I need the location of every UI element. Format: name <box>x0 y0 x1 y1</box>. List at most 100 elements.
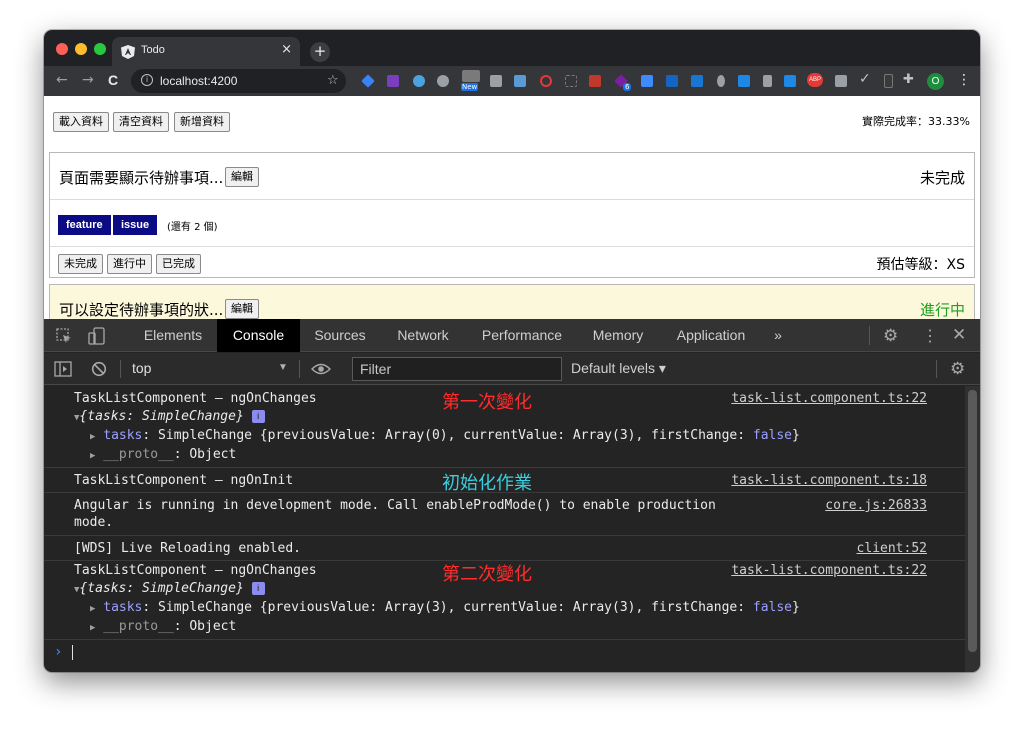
annotation-init: 初始化作業 <box>442 473 532 494</box>
more-tabs-button[interactable]: » <box>764 319 792 352</box>
context-dropdown-icon[interactable]: ▼ <box>278 362 288 373</box>
source-link[interactable]: client:52 <box>857 541 927 556</box>
extension-cube-icon[interactable] <box>641 75 653 87</box>
settings-gear-icon[interactable]: ⚙ <box>883 326 898 346</box>
extension-onenote-icon[interactable] <box>387 75 399 87</box>
tab-console[interactable]: Console <box>217 319 300 352</box>
maximize-window-button[interactable] <box>94 43 106 55</box>
extension-ranger-icon[interactable] <box>589 75 601 87</box>
load-data-button[interactable]: 載入資料 <box>53 112 109 132</box>
extension-leaf-icon[interactable] <box>437 75 449 87</box>
close-devtools-icon[interactable]: ✕ <box>952 325 966 345</box>
task-status: 進行中 <box>919 301 965 319</box>
extension-blue-panel-icon[interactable] <box>666 75 678 87</box>
extension-trello2-icon[interactable] <box>784 75 796 87</box>
site-info-icon[interactable]: i <box>141 74 153 86</box>
property-key: tasks <box>103 428 143 443</box>
reload-button[interactable]: C <box>108 72 118 88</box>
source-link[interactable]: task-list.component.ts:22 <box>731 391 927 406</box>
add-data-button[interactable]: 新增資料 <box>174 112 230 132</box>
task-title: 頁面需要顯示待辦事項... <box>59 167 223 188</box>
new-tab-button[interactable]: + <box>310 42 330 62</box>
collapse-triangle-icon[interactable]: ▶ <box>90 623 95 633</box>
state-in-progress-button[interactable]: 進行中 <box>107 254 152 274</box>
extension-grid-icon[interactable] <box>835 75 847 87</box>
toolbar-divider <box>299 360 300 378</box>
sidebar-toggle-icon[interactable] <box>54 361 72 377</box>
state-done-button[interactable]: 已完成 <box>156 254 201 274</box>
extension-image-icon[interactable] <box>514 75 526 87</box>
console-input[interactable] <box>72 645 73 660</box>
task-title-text: 頁面需要顯示待辦事項... <box>59 169 224 187</box>
filter-input[interactable]: Filter <box>352 357 562 381</box>
proto-row[interactable]: ▶ __proto__: Object <box>90 447 236 462</box>
browser-toolbar: ← → C i localhost:4200 ☆ New 6 ABP ✓ ✚ O… <box>44 66 980 96</box>
tab-close-icon[interactable]: × <box>281 42 292 57</box>
collapse-triangle-icon[interactable]: ▶ <box>90 604 95 614</box>
edit-task-button[interactable]: 編輯 <box>225 167 259 187</box>
browser-menu-icon[interactable]: ⋮ <box>957 72 971 88</box>
bookmark-star-icon[interactable]: ☆ <box>327 73 339 88</box>
source-link[interactable]: task-list.component.ts:22 <box>731 563 927 578</box>
extension-shield-icon[interactable] <box>490 75 502 87</box>
tab-performance[interactable]: Performance <box>466 319 578 352</box>
console-settings-gear-icon[interactable]: ⚙ <box>950 359 965 379</box>
inspect-element-icon[interactable] <box>56 328 72 344</box>
forward-button[interactable]: → <box>82 72 94 88</box>
extension-phone-icon[interactable] <box>884 74 893 88</box>
edit-task-button[interactable]: 編輯 <box>225 299 259 319</box>
console-scrollbar[interactable] <box>965 386 980 672</box>
console-message: TaskListComponent – ngOnChanges task-lis… <box>44 386 965 468</box>
extension-select-icon[interactable] <box>565 75 577 87</box>
clear-console-icon[interactable] <box>91 361 107 377</box>
collapse-triangle-icon[interactable]: ▶ <box>90 432 95 442</box>
extension-diamond-icon[interactable] <box>361 74 375 88</box>
property-row[interactable]: ▶ tasks: SimpleChange {previousValue: Ar… <box>90 600 800 615</box>
tab-elements[interactable]: Elements <box>128 319 218 352</box>
browser-tab-todo[interactable]: Todo × <box>112 37 300 66</box>
tab-network[interactable]: Network <box>380 319 466 352</box>
extension-feng-icon[interactable] <box>462 70 480 82</box>
device-toolbar-icon[interactable] <box>88 327 106 345</box>
close-window-button[interactable] <box>56 43 68 55</box>
console-message: TaskListComponent – ngOnChanges task-lis… <box>44 562 965 640</box>
console-prompt-icon: › <box>54 644 63 660</box>
extension-adblock-icon[interactable]: ABP <box>807 73 823 87</box>
live-expression-eye-icon[interactable] <box>311 363 331 375</box>
devtools-menu-icon[interactable]: ⋮ <box>922 326 938 346</box>
proto-value: : Object <box>173 447 237 462</box>
tab-strip: Todo × + <box>44 30 980 66</box>
property-sep: : <box>142 600 151 615</box>
tag-issue: issue <box>113 215 158 235</box>
profile-avatar[interactable]: O <box>927 73 944 90</box>
state-incomplete-button[interactable]: 未完成 <box>58 254 103 274</box>
log-text: [WDS] Live Reloading enabled. <box>74 541 301 556</box>
proto-row[interactable]: ▶ __proto__: Object <box>90 619 236 634</box>
toolbar-divider <box>869 326 870 345</box>
minimize-window-button[interactable] <box>75 43 87 55</box>
extension-bars-icon[interactable] <box>763 75 772 87</box>
scrollbar-thumb[interactable] <box>968 390 977 652</box>
extension-trello-icon[interactable] <box>738 75 750 87</box>
tab-application[interactable]: Application <box>658 319 764 352</box>
object-row[interactable]: ▼{tasks: SimpleChange} i <box>74 409 265 424</box>
collapse-triangle-icon[interactable]: ▶ <box>90 451 95 461</box>
extension-block-icon[interactable] <box>540 75 552 87</box>
extensions-puzzle-icon[interactable]: ✚ <box>903 72 914 87</box>
back-button[interactable]: ← <box>56 72 68 88</box>
address-bar[interactable]: i localhost:4200 <box>131 69 346 93</box>
tab-memory[interactable]: Memory <box>578 319 658 352</box>
clear-data-button[interactable]: 清空資料 <box>113 112 169 132</box>
log-text: TaskListComponent – ngOnChanges <box>74 391 317 406</box>
object-row[interactable]: ▼{tasks: SimpleChange} i <box>74 581 265 596</box>
extension-check-icon[interactable]: ✓ <box>859 71 871 87</box>
log-levels-dropdown[interactable]: Default levels ▾ <box>571 360 666 377</box>
source-link[interactable]: core.js:26833 <box>825 498 927 513</box>
extension-compass-icon[interactable] <box>413 75 425 87</box>
extension-dot-icon[interactable] <box>717 75 725 87</box>
tab-sources[interactable]: Sources <box>300 319 380 352</box>
context-selector[interactable]: top <box>132 360 151 376</box>
source-link[interactable]: task-list.component.ts:18 <box>731 473 927 488</box>
property-row[interactable]: ▶ tasks: SimpleChange {previousValue: Ar… <box>90 428 800 443</box>
extension-wave-icon[interactable] <box>691 75 703 87</box>
